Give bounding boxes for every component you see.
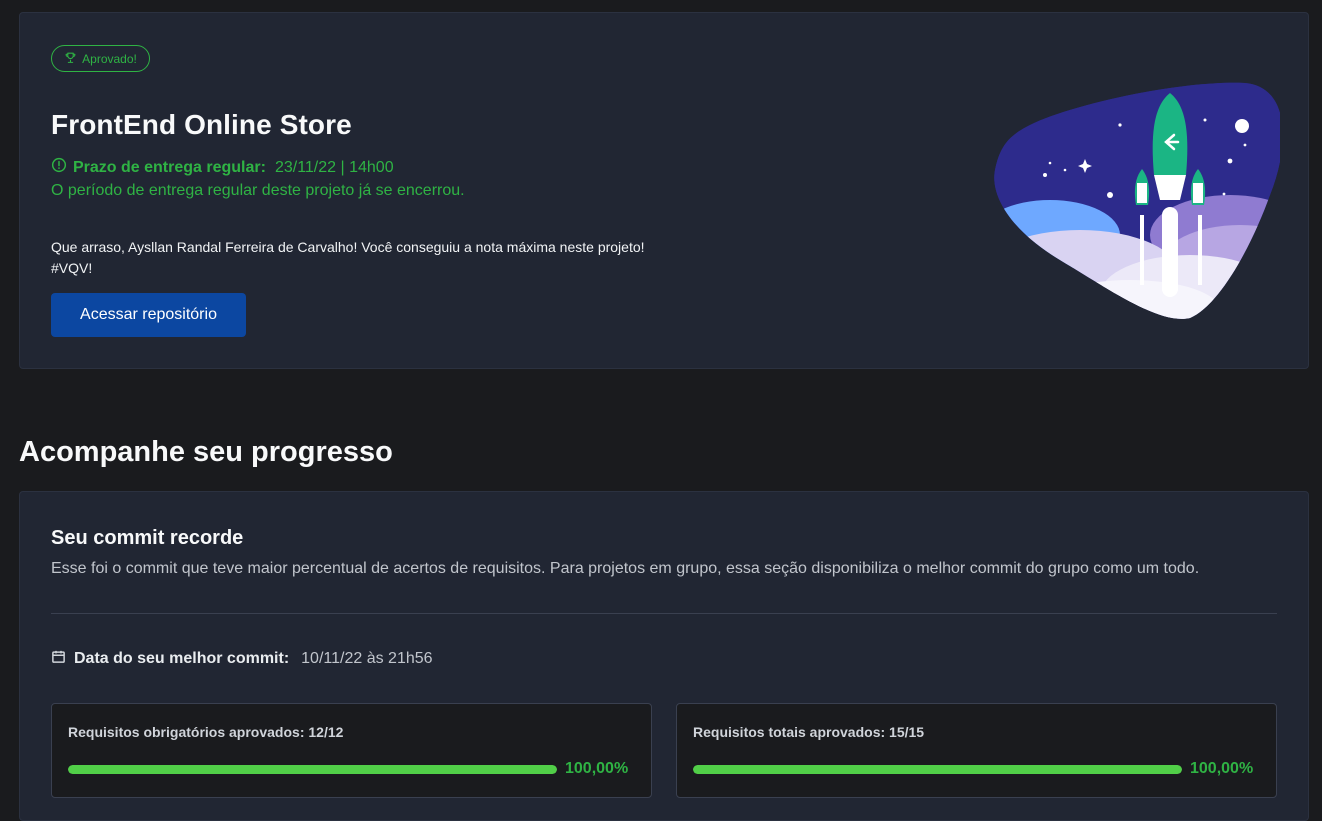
total-progress-bar [693, 765, 1182, 774]
project-card: Aprovado! FrontEnd Online Store Prazo de… [19, 12, 1309, 369]
total-requirements-label: Requisitos totais aprovados: 15/15 [693, 724, 925, 740]
deadline-label: Prazo de entrega regular: [73, 158, 266, 176]
best-commit-date-label: Data do seu melhor commit: [74, 650, 290, 667]
mandatory-progress-percent: 100,00% [565, 760, 629, 777]
mandatory-requirements-label: Requisitos obrigatórios aprovados: 12/12 [68, 724, 344, 740]
project-title: FrontEnd Online Store [51, 109, 352, 140]
mandatory-requirements-box: Requisitos obrigatórios aprovados: 12/12… [51, 703, 652, 798]
access-repository-button[interactable]: Acessar repositório [51, 293, 246, 337]
rocket-illustration [994, 82, 1280, 319]
approved-badge: Aprovado! [51, 45, 150, 72]
mandatory-progress-fill [68, 765, 557, 774]
deadline-row: Prazo de entrega regular: 23/11/22 | 14h… [51, 157, 394, 178]
congrats-line: Que arraso, Aysllan Randal Ferreira de C… [51, 239, 645, 255]
calendar-icon [51, 649, 74, 669]
total-requirements-box: Requisitos totais aprovados: 15/15 100,0… [676, 703, 1277, 798]
best-commit-title: Seu commit recorde [51, 527, 244, 549]
deadline-note: O período de entrega regular deste proje… [51, 182, 465, 199]
best-commit-description: Esse foi o commit que teve maior percent… [51, 560, 1200, 577]
badge-label: Aprovado! [82, 51, 137, 66]
divider [51, 613, 1277, 614]
best-commit-date-row: Data do seu melhor commit: 10/11/22 às 2… [51, 649, 433, 669]
deadline-value: 23/11/22 | 14h00 [274, 158, 394, 176]
alert-circle-icon [51, 157, 73, 178]
total-progress-percent: 100,00% [1190, 760, 1254, 777]
trophy-icon [64, 51, 77, 67]
congrats-message: Que arraso, Aysllan Randal Ferreira de C… [51, 237, 751, 279]
best-commit-card: Seu commit recorde Esse foi o commit que… [19, 491, 1309, 821]
mandatory-progress-bar [68, 765, 557, 774]
total-progress-fill [693, 765, 1182, 774]
best-commit-date-value: 10/11/22 às 21h56 [301, 650, 433, 667]
progress-section-title: Acompanhe seu progresso [19, 436, 393, 468]
congrats-hashtag: #VQV! [51, 260, 93, 276]
